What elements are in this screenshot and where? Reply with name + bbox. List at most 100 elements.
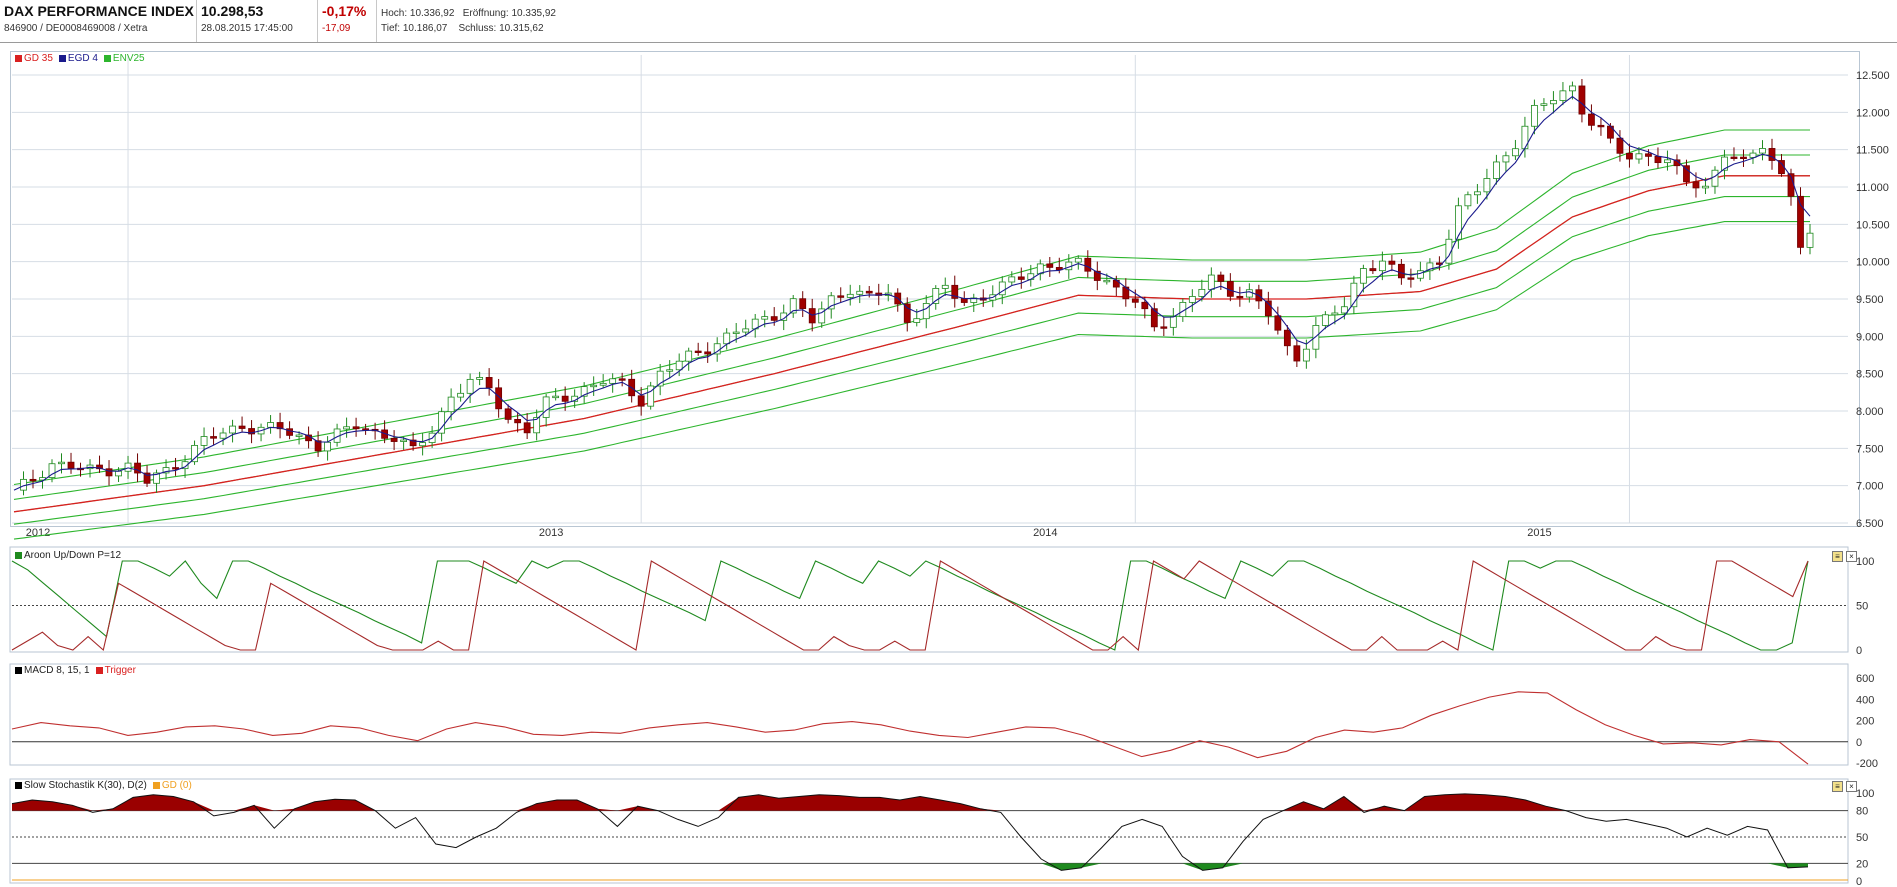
candle-up [343, 426, 350, 430]
candle-down [1626, 152, 1633, 160]
egd4-label: EGD 4 [67, 53, 98, 64]
detail-cell: Hoch: 10.336,92 Eröffnung: 10.335,92 Tie… [377, 0, 637, 42]
candle-up [1806, 232, 1814, 248]
macd-swatch [15, 667, 22, 674]
candle-down [210, 436, 217, 439]
candle-down [1017, 276, 1025, 280]
gd35-swatch [15, 55, 22, 62]
candle-down [1397, 263, 1405, 279]
candle-up [457, 392, 465, 398]
candle-up [124, 462, 132, 472]
candle-up [1245, 289, 1253, 298]
legend-stoch: Slow Stochastik K(30), D(2) [15, 780, 147, 791]
candle-down [1293, 345, 1301, 362]
candle-up [1359, 268, 1367, 284]
candle-up [200, 436, 208, 446]
stoch-close-button[interactable]: × [1846, 781, 1857, 792]
open-label: Eröffnung: [462, 8, 509, 19]
candle-down [1692, 181, 1700, 189]
candle-down [1740, 156, 1747, 160]
candle-up [1569, 85, 1576, 92]
price-y-tick: 6.500 [1856, 518, 1884, 530]
instrument-cell: DAX PERFORMANCE INDEX 846900 / DE0008469… [0, 0, 197, 42]
candle-down [1730, 156, 1738, 159]
candle-down [1588, 113, 1595, 126]
candle-up [1074, 257, 1082, 263]
candle-up [229, 425, 236, 434]
candle-up [324, 441, 331, 452]
macd-y-tick: -200 [1856, 758, 1878, 770]
candle-up [941, 284, 949, 289]
macd-y-tick: 200 [1856, 716, 1874, 728]
candle-up [466, 378, 474, 394]
candle-down [865, 290, 873, 294]
price-y-tick: 7.000 [1856, 481, 1884, 493]
candle-up [1416, 270, 1424, 279]
candle-down [770, 316, 778, 321]
candle-up [542, 396, 550, 418]
candle-up [1512, 148, 1519, 157]
candle-up [1302, 348, 1310, 362]
stoch-settings-button[interactable]: ≡ [1832, 781, 1843, 792]
close-value: 10.315,62 [499, 23, 544, 34]
candle-up [1455, 205, 1462, 240]
candle-up [1540, 103, 1548, 106]
candle-down [1046, 263, 1054, 268]
legend-gd35: GD 35 [15, 53, 53, 64]
candle-up [1188, 296, 1196, 303]
candle-down [799, 298, 807, 309]
candle-down [390, 437, 398, 442]
candle-up [1378, 260, 1386, 272]
open-value: 10.335,92 [511, 8, 557, 19]
quote-header: DAX PERFORMANCE INDEX 846900 / DE0008469… [0, 0, 1897, 43]
candle-up [552, 395, 560, 399]
candle-down [1131, 298, 1139, 303]
candle-down [1645, 153, 1652, 157]
close-label: Schluss: [458, 23, 497, 34]
instrument-ids: 846900 / DE0008469008 / Xetra [4, 23, 148, 34]
trigger-label: Trigger [104, 665, 136, 676]
candle-up [1169, 316, 1177, 328]
aroon-legend: Aroon Up/Down P=12 [15, 550, 121, 561]
candle-up [1483, 178, 1491, 193]
candle-up [609, 378, 617, 384]
aroon-close-button[interactable]: × [1846, 551, 1857, 562]
candle-down [1369, 268, 1377, 272]
gd0-label: GD (0) [161, 780, 192, 791]
stoch-swatch [15, 782, 22, 789]
candle-up [1531, 104, 1538, 127]
candle-down [1160, 326, 1168, 329]
price-y-tick: 9.000 [1856, 331, 1884, 343]
stoch-y-tick: 50 [1856, 832, 1868, 844]
candle-up [1474, 191, 1481, 196]
candle-down [485, 377, 493, 389]
candle-up [419, 442, 427, 447]
candle-up [219, 432, 227, 439]
candle-up [675, 360, 683, 371]
legend-env25: ENV25 [103, 53, 145, 64]
env-lower-line [13, 221, 1810, 540]
year-label: 2014 [1033, 527, 1057, 539]
candle-down [561, 395, 569, 402]
candle-up [761, 316, 769, 320]
candle-down [618, 378, 626, 381]
candle-up [1502, 155, 1510, 163]
candle-up [590, 384, 598, 388]
candle-up [191, 444, 198, 463]
gd35-line [13, 175, 1810, 513]
candle-down [903, 303, 911, 323]
candle-down [1274, 315, 1282, 331]
price-y-tick: 9.500 [1856, 294, 1884, 306]
candle-up [1321, 314, 1329, 326]
candle-down [1616, 137, 1624, 154]
price-y-tick: 12.500 [1856, 70, 1890, 82]
price-y-tick: 10.500 [1856, 219, 1890, 231]
macd-label: MACD 8, 15, 1 [24, 665, 90, 676]
candle-down [704, 351, 712, 355]
legend-aroon: Aroon Up/Down P=12 [15, 550, 121, 561]
high-label: Hoch: [381, 8, 408, 19]
candle-down [637, 395, 645, 407]
candle-down [1407, 277, 1415, 280]
candle-down [1141, 301, 1149, 310]
aroon-settings-button[interactable]: ≡ [1832, 551, 1843, 562]
